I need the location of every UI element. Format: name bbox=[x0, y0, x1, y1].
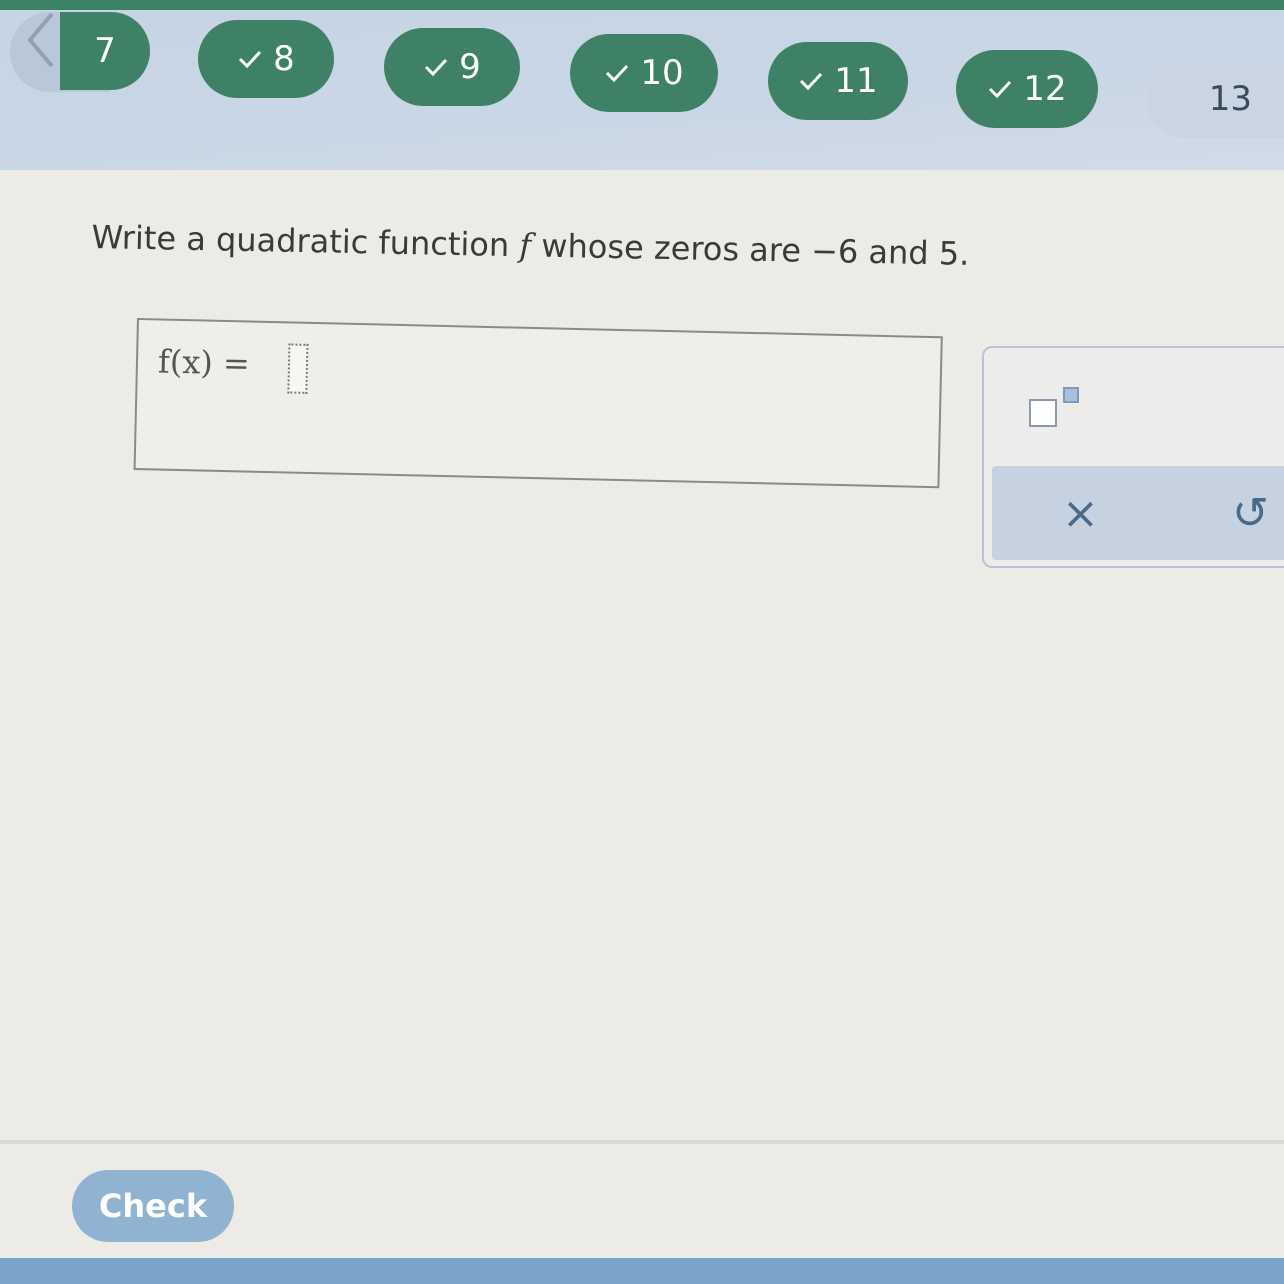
answer-input-area[interactable]: f(x) = bbox=[133, 318, 943, 489]
top-accent-strip bbox=[0, 0, 1284, 10]
checkmark-icon bbox=[425, 58, 448, 77]
checkmark-icon bbox=[989, 80, 1012, 99]
answer-lhs: f(x) = bbox=[157, 342, 251, 383]
checkmark-icon bbox=[239, 50, 262, 69]
footer-divider bbox=[0, 1140, 1284, 1144]
clear-button[interactable]: × bbox=[1062, 488, 1099, 539]
checkmark-icon bbox=[800, 72, 823, 91]
nav-item-label: 11 bbox=[834, 61, 878, 101]
nav-item-label: 8 bbox=[273, 39, 295, 79]
math-keypad: × ↺ bbox=[982, 346, 1284, 568]
undo-button[interactable]: ↺ bbox=[1232, 488, 1269, 539]
nav-item-13-current[interactable]: 13 bbox=[1146, 60, 1284, 138]
nav-item-11[interactable]: 11 bbox=[768, 42, 908, 120]
nav-item-7[interactable]: 7 bbox=[60, 12, 150, 90]
bottom-bar bbox=[0, 1258, 1284, 1284]
checkmark-icon bbox=[606, 64, 629, 83]
function-name: f bbox=[519, 226, 532, 265]
question-suffix: whose zeros are −6 and 5. bbox=[530, 226, 970, 273]
nav-item-label: 9 bbox=[459, 47, 481, 87]
check-button[interactable]: Check bbox=[72, 1170, 234, 1242]
nav-item-label: 10 bbox=[640, 53, 684, 93]
question-prefix: Write a quadratic function bbox=[91, 218, 520, 265]
chevron-left-icon[interactable] bbox=[22, 10, 62, 70]
nav-item-label: 13 bbox=[1208, 79, 1252, 119]
superscript-template-icon[interactable] bbox=[1028, 386, 1088, 436]
keypad-tool-row: × ↺ bbox=[992, 466, 1284, 560]
nav-item-9[interactable]: 9 bbox=[384, 28, 520, 106]
question-navigation-bar: 7 8 9 10 11 12 13 bbox=[0, 0, 1284, 170]
nav-item-label: 12 bbox=[1023, 69, 1067, 109]
nav-item-label: 7 bbox=[94, 31, 116, 71]
nav-item-12[interactable]: 12 bbox=[956, 50, 1098, 128]
nav-item-8[interactable]: 8 bbox=[198, 20, 334, 98]
answer-input-slot[interactable] bbox=[287, 343, 309, 394]
nav-item-10[interactable]: 10 bbox=[570, 34, 718, 112]
question-prompt: Write a quadratic function f whose zeros… bbox=[91, 218, 969, 273]
